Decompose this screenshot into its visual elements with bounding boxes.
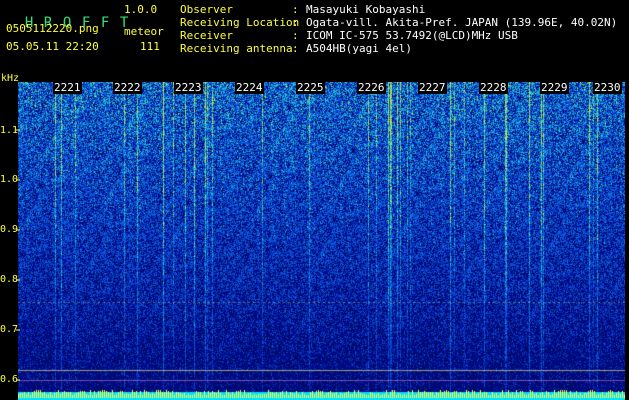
filename: 0505112220.png: [6, 22, 99, 35]
antenna-label: Receiving antenna: [180, 42, 293, 55]
location-label: Receiving Location: [180, 16, 300, 29]
datetime: 05.05.11 22:20: [6, 40, 99, 53]
spectrogram-image: [18, 82, 625, 400]
x-tick-label: 2221: [53, 81, 82, 94]
x-tick-label: 2222: [113, 81, 142, 94]
x-tick-label: 2229: [540, 81, 569, 94]
separator: :: [292, 29, 299, 42]
receiver-value: ICOM IC-575 53.7492(@LCD)MHz USB: [306, 29, 518, 42]
y-tick-label: 0.8: [0, 274, 19, 285]
mode-label: meteor: [124, 25, 164, 38]
y-tick-label: 0.9: [0, 224, 19, 235]
station-info: Observer : Masayuki Kobayashi Receiving …: [180, 4, 620, 54]
y-tick-label: 0.7: [0, 324, 19, 335]
app-version: 1.0.0: [124, 3, 158, 16]
observer-value: Masayuki Kobayashi: [306, 3, 426, 16]
separator: :: [292, 16, 299, 29]
x-tick-label: 2230: [593, 81, 622, 94]
count: 111: [140, 40, 160, 53]
receiver-label: Receiver: [180, 29, 233, 42]
location-value: Ogata-vill. Akita-Pref. JAPAN (139.96E, …: [306, 16, 618, 29]
y-axis-unit: kHz: [1, 73, 20, 84]
x-tick-label: 2227: [418, 81, 447, 94]
x-tick-label: 2225: [296, 81, 325, 94]
x-tick-label: 2224: [235, 81, 264, 94]
separator: :: [292, 42, 299, 55]
antenna-value: A504HB(yagi 4el): [306, 42, 412, 55]
separator: :: [292, 3, 299, 16]
x-tick-label: 2228: [479, 81, 508, 94]
x-tick-label: 2226: [357, 81, 386, 94]
y-tick-label: 0.6: [0, 374, 19, 385]
y-tick-label: 1.1: [0, 125, 19, 136]
y-tick-label: 1.0: [0, 174, 19, 185]
x-tick-label: 2223: [174, 81, 203, 94]
title-letter: F: [100, 15, 110, 31]
observer-label: Observer: [180, 3, 233, 16]
